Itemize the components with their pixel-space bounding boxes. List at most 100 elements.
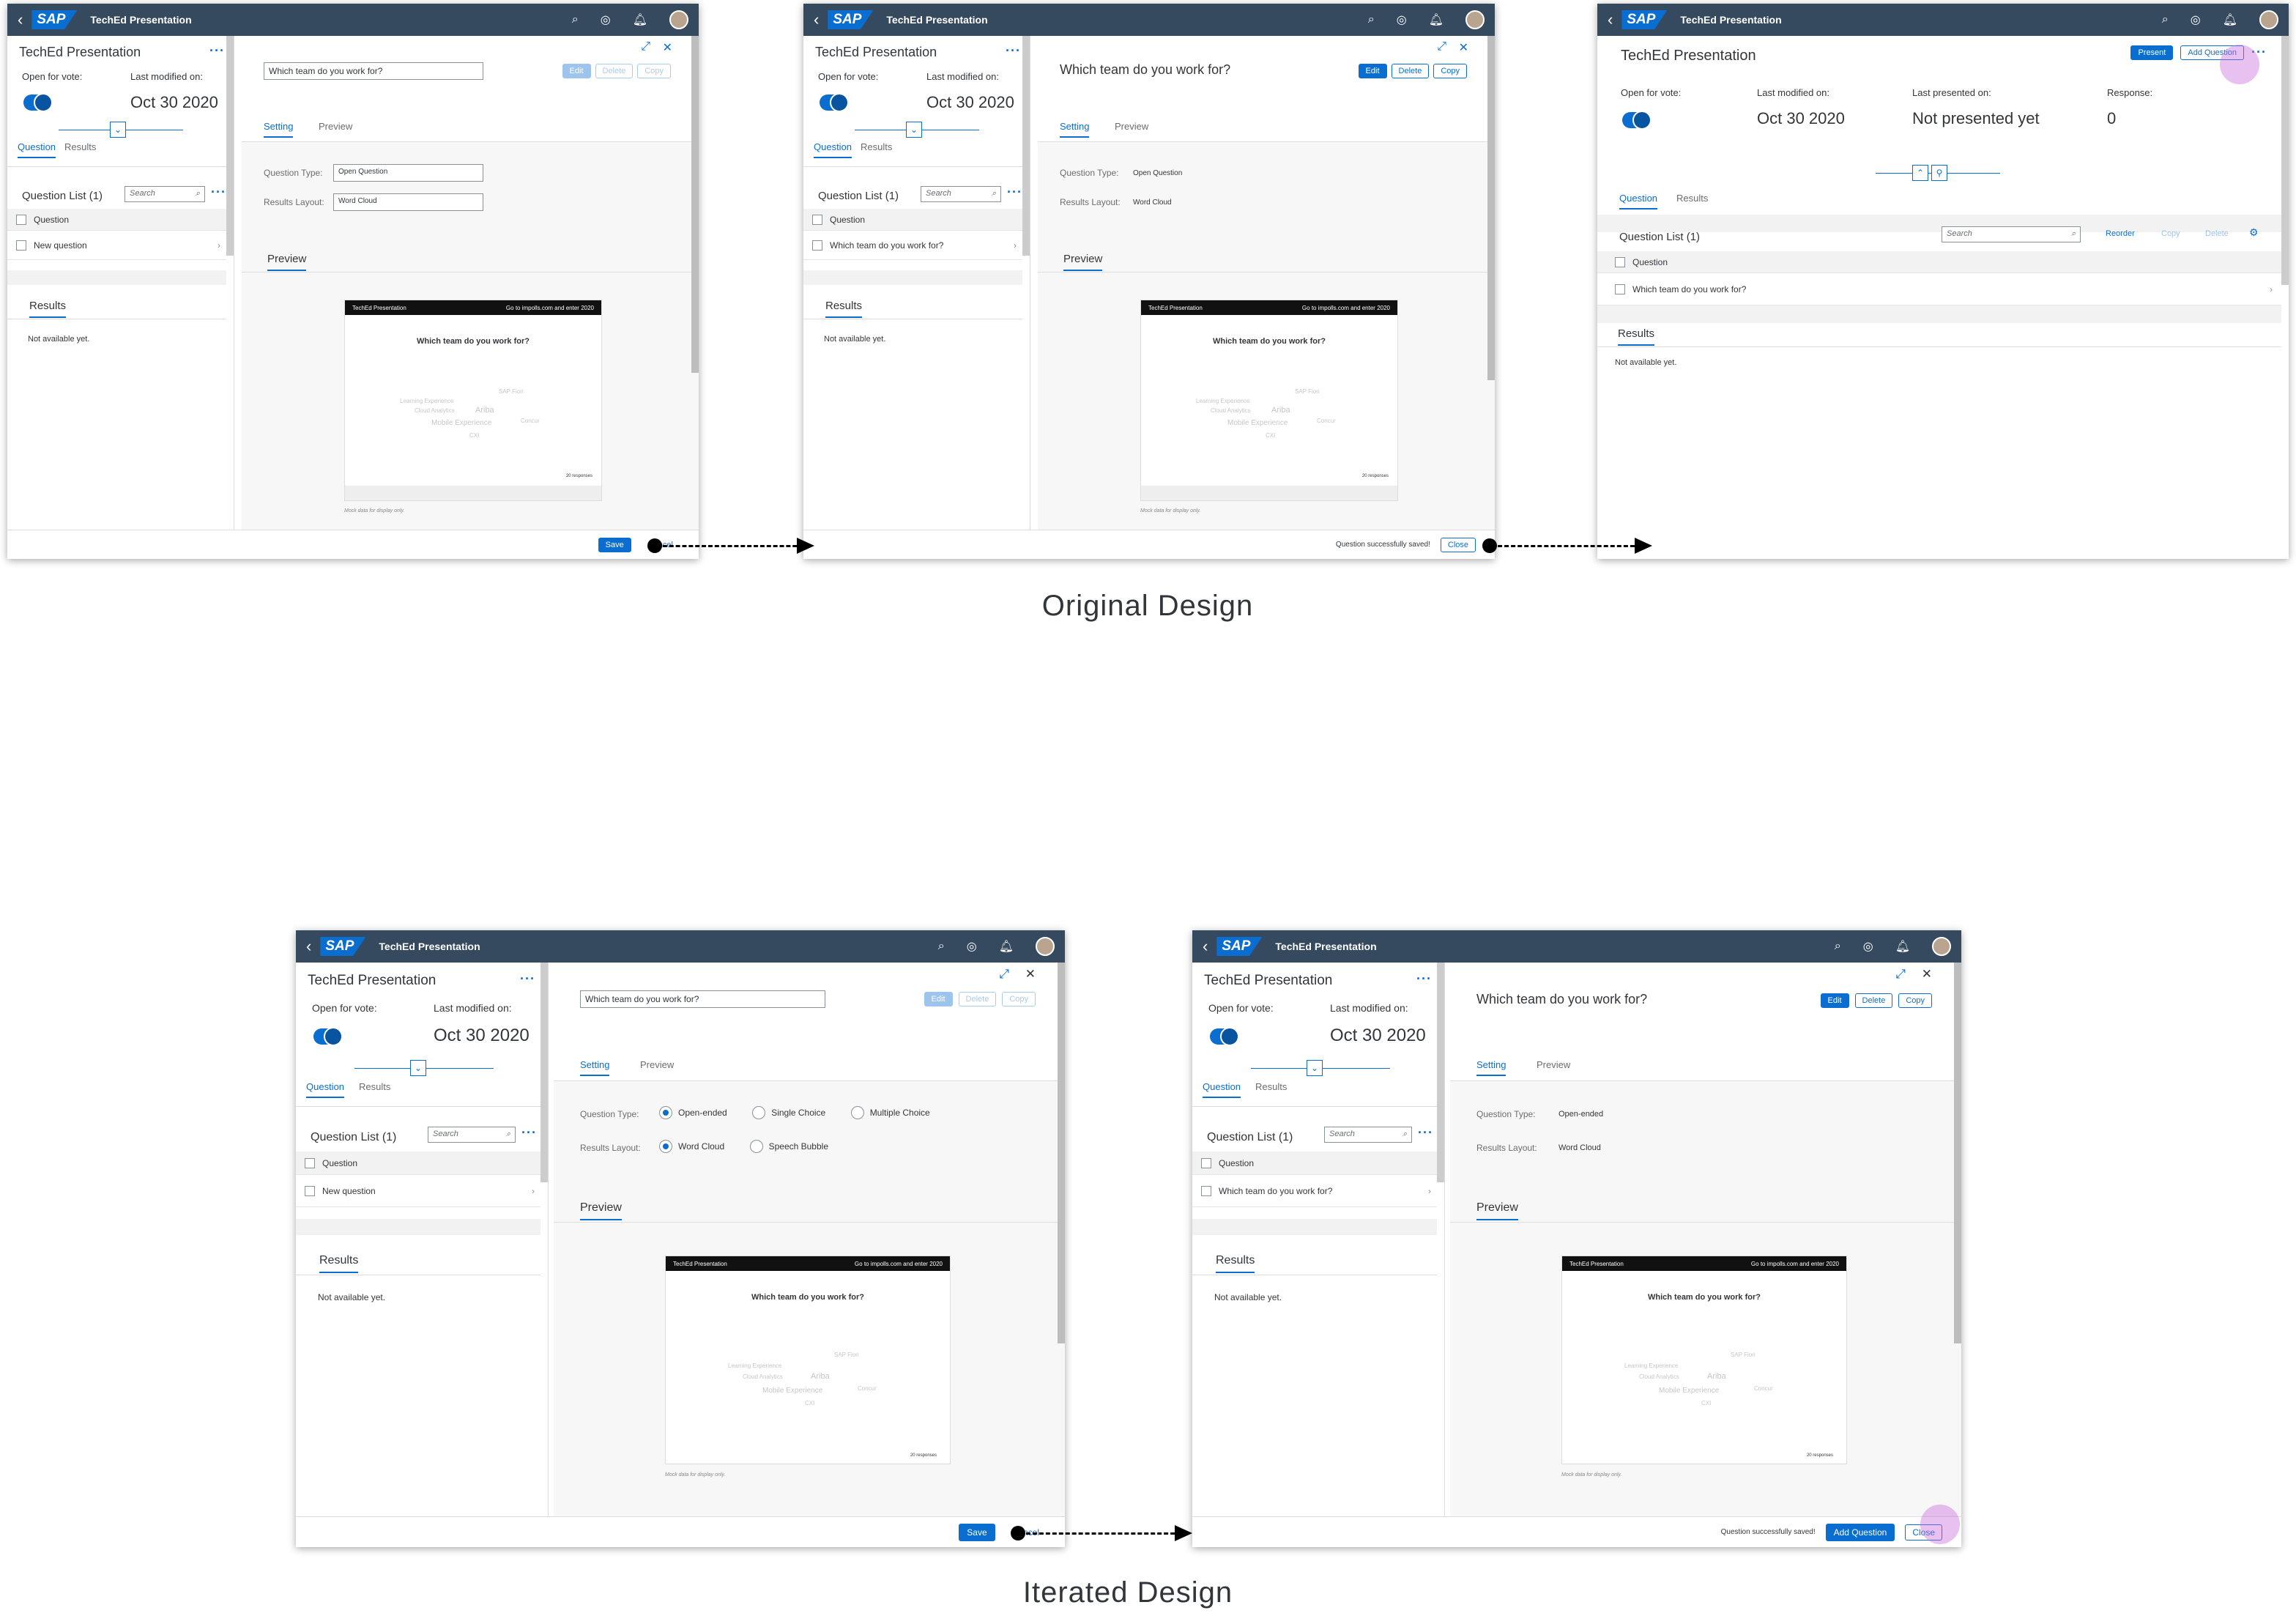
reorder-button[interactable]: Reorder (2106, 229, 2135, 238)
table-row[interactable]: New question › (7, 231, 226, 260)
copy-button[interactable]: Copy (637, 64, 671, 78)
avatar[interactable] (2259, 10, 2278, 29)
bell-icon[interactable]: 🔔︎ (633, 12, 647, 27)
tab-results[interactable]: Results (1676, 193, 1708, 204)
add-question-button[interactable]: Add Question (1825, 1523, 1895, 1541)
scrollbar[interactable] (226, 36, 234, 256)
collapse-up-icon[interactable]: ⌃ (1912, 165, 1928, 181)
radio-speech-bubble[interactable]: Speech Bubble (749, 1140, 828, 1153)
vote-toggle[interactable] (1622, 111, 1652, 130)
save-button[interactable]: Save (598, 537, 631, 552)
tab-setting[interactable]: Setting (1060, 121, 1090, 138)
fullscreen-icon[interactable]: ⤢ (1895, 967, 1906, 982)
table-row[interactable]: Which team do you work for? › (803, 231, 1022, 260)
tab-preview[interactable]: Preview (640, 1059, 674, 1070)
tab-results[interactable]: Results (1255, 1081, 1287, 1092)
bell-icon[interactable]: 🔔︎ (1895, 939, 1910, 954)
more-icon[interactable]: ··· (1416, 971, 1432, 987)
tab-question[interactable]: Question (306, 1081, 345, 1098)
tab-preview[interactable]: Preview (319, 121, 352, 132)
select-all-checkbox[interactable] (16, 214, 26, 225)
tab-results[interactable]: Results (64, 141, 96, 152)
search-input[interactable]: Search ⌕ (1324, 1127, 1412, 1143)
search-input[interactable]: Search ⌕ (1942, 226, 2081, 242)
tab-setting[interactable]: Setting (264, 121, 294, 138)
back-icon[interactable]: ‹ (814, 10, 819, 29)
copilot-icon[interactable]: ◎ (1863, 939, 1873, 954)
copilot-icon[interactable]: ◎ (1397, 12, 1407, 27)
question-input[interactable]: Which team do you work for? (580, 990, 825, 1008)
edit-button[interactable]: Edit (562, 64, 591, 78)
fullscreen-icon[interactable]: ⤢ (641, 40, 650, 53)
search-icon[interactable]: ⌕ (572, 13, 579, 26)
row-checkbox[interactable] (1615, 283, 1625, 294)
row-checkbox[interactable] (305, 1185, 315, 1196)
vote-toggle[interactable] (23, 93, 53, 112)
layout-select[interactable]: Word Cloud (333, 193, 483, 211)
radio-multiple-choice[interactable]: Multiple Choice (850, 1106, 930, 1119)
back-icon[interactable]: ‹ (1608, 10, 1613, 29)
search-icon[interactable]: ⌕ (2162, 13, 2169, 26)
vote-toggle[interactable] (313, 1027, 343, 1046)
table-row[interactable]: Which team do you work for? › (1192, 1175, 1437, 1207)
delete-button[interactable]: Delete (1854, 993, 1893, 1008)
back-icon[interactable]: ‹ (18, 10, 23, 29)
more-icon[interactable]: ··· (209, 43, 225, 59)
more-icon[interactable]: ··· (521, 1125, 537, 1141)
search-input[interactable]: Search ⌕ (125, 186, 205, 202)
tab-question[interactable]: Question (814, 141, 852, 158)
back-icon[interactable]: ‹ (306, 937, 311, 956)
select-all-checkbox[interactable] (305, 1157, 315, 1168)
table-row[interactable]: New question › (296, 1175, 540, 1207)
pin-icon[interactable]: ⚲ (1931, 165, 1947, 181)
table-row[interactable]: Which team do you work for? › (1597, 273, 2281, 305)
avatar[interactable] (1036, 937, 1055, 956)
tab-preview[interactable]: Preview (1537, 1059, 1570, 1070)
collapse-icon[interactable]: ⌄ (110, 122, 126, 138)
vote-toggle[interactable] (1210, 1027, 1239, 1046)
avatar[interactable] (669, 10, 688, 29)
more-icon[interactable]: ··· (520, 971, 535, 987)
present-button[interactable]: Present (2130, 45, 2174, 60)
close-button[interactable]: Close (1440, 537, 1476, 552)
search-icon[interactable]: ⌕ (938, 940, 945, 953)
edit-button[interactable]: Edit (1820, 993, 1849, 1008)
close-icon[interactable]: ✕ (663, 40, 672, 55)
gear-icon[interactable]: ⚙ (2249, 226, 2259, 239)
scrollbar[interactable] (1022, 36, 1030, 256)
copy-button[interactable]: Copy (1002, 992, 1036, 1006)
question-input[interactable]: Which team do you work for? (264, 62, 483, 80)
vote-toggle[interactable] (820, 93, 849, 112)
delete-button[interactable]: Delete (1391, 64, 1430, 78)
save-button[interactable]: Save (959, 1523, 995, 1541)
tab-question[interactable]: Question (1203, 1081, 1241, 1098)
bell-icon[interactable]: 🔔︎ (2223, 12, 2237, 27)
row-checkbox[interactable] (812, 240, 822, 251)
select-all-checkbox[interactable] (1201, 1157, 1211, 1168)
scrollbar[interactable] (1437, 963, 1444, 1182)
delete-button[interactable]: Delete (595, 64, 634, 78)
edit-button[interactable]: Edit (924, 992, 953, 1006)
copy-button[interactable]: Copy (1898, 993, 1932, 1008)
search-icon[interactable]: ⌕ (1368, 13, 1375, 26)
select-all-checkbox[interactable] (812, 214, 822, 225)
close-icon[interactable]: ✕ (1459, 40, 1468, 55)
radio-open-ended[interactable]: Open-ended (659, 1106, 727, 1119)
copilot-icon[interactable]: ◎ (967, 939, 977, 954)
radio-single-choice[interactable]: Single Choice (752, 1106, 825, 1119)
copilot-icon[interactable]: ◎ (601, 12, 611, 27)
delete-button[interactable]: Delete (2205, 229, 2229, 238)
tab-setting[interactable]: Setting (1476, 1059, 1506, 1076)
copy-button[interactable]: Copy (2161, 229, 2180, 238)
bell-icon[interactable]: 🔔︎ (1429, 12, 1444, 27)
tab-question[interactable]: Question (18, 141, 56, 158)
collapse-icon[interactable]: ⌄ (1307, 1060, 1323, 1076)
close-icon[interactable]: ✕ (1922, 967, 1932, 982)
bell-icon[interactable]: 🔔︎ (999, 939, 1014, 954)
more-icon[interactable]: ··· (1006, 43, 1021, 59)
avatar[interactable] (1465, 10, 1485, 29)
collapse-icon[interactable]: ⌄ (906, 122, 922, 138)
avatar[interactable] (1932, 937, 1951, 956)
tab-results[interactable]: Results (861, 141, 892, 152)
edit-button[interactable]: Edit (1358, 64, 1387, 78)
